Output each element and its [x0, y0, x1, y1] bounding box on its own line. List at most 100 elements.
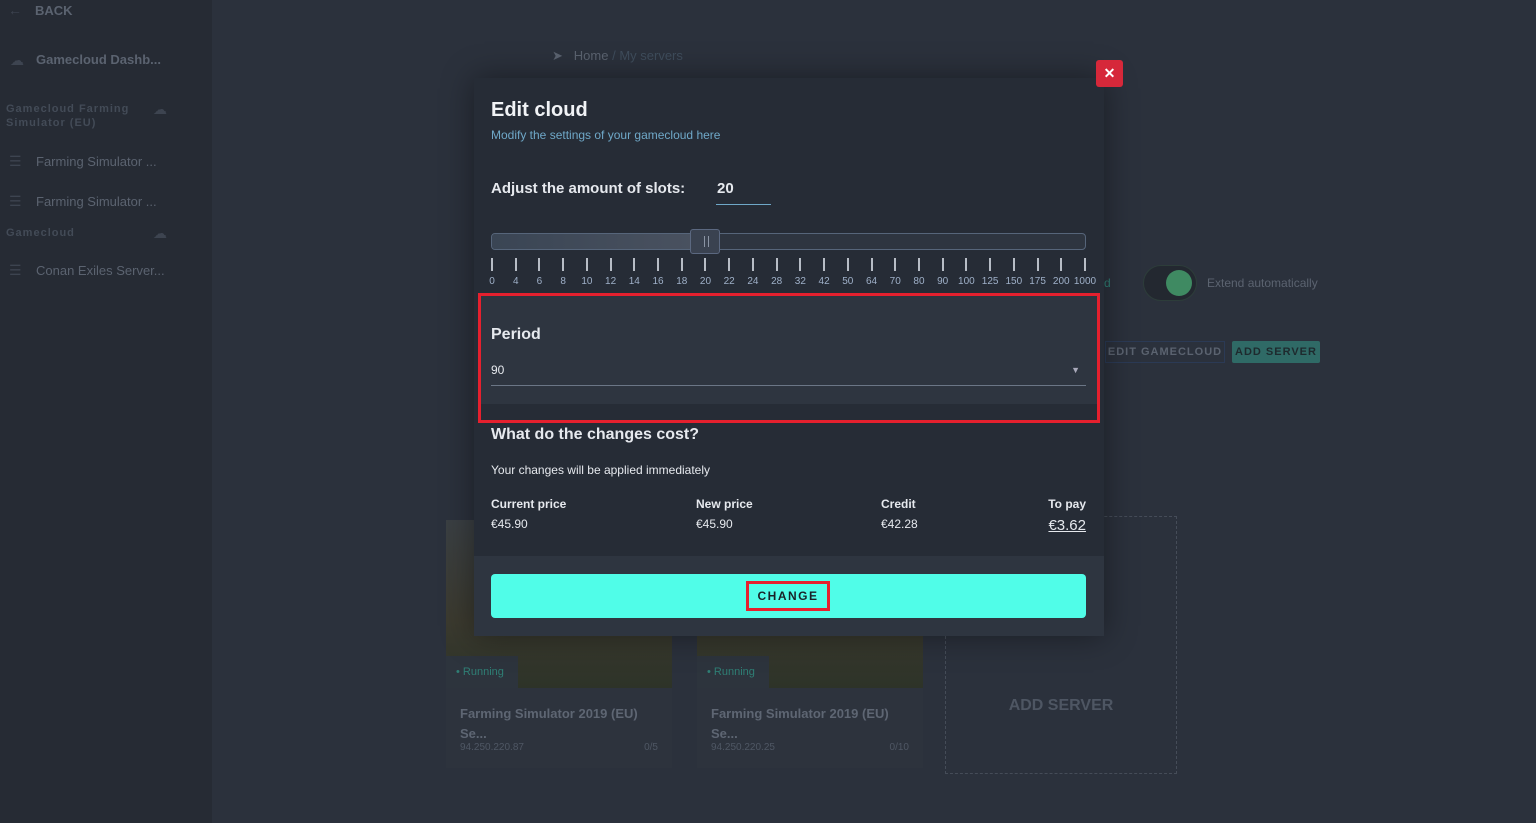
slider-tick-label: 8	[560, 276, 566, 287]
slider-tick	[1036, 258, 1039, 271]
slider-tick-label: 80	[913, 276, 925, 287]
sidebar-item-server[interactable]: Farming Simulator ...	[36, 194, 157, 209]
slider-tick-label: 90	[937, 276, 949, 287]
slider-tick-label: 42	[818, 276, 830, 287]
extend-label: Extend automatically	[1207, 276, 1318, 290]
slider-tick	[562, 258, 565, 271]
slider-tick	[657, 258, 660, 271]
cloud-upload-icon[interactable]: ☁	[153, 225, 167, 242]
change-button[interactable]: CHANGE	[491, 574, 1086, 618]
current-price: Current price €45.90	[491, 497, 567, 531]
slider-tick-label: 6	[536, 276, 543, 287]
change-label: CHANGE	[746, 581, 830, 611]
slider-tick-label: 24	[747, 276, 759, 287]
sidebar-item-server[interactable]: Farming Simulator ...	[36, 154, 157, 169]
slider-tick	[823, 258, 826, 271]
server-icon: ☰	[9, 153, 22, 169]
breadcrumb-separator: /	[612, 48, 616, 63]
slider-tick	[538, 258, 541, 271]
truncated-text: d	[1104, 276, 1111, 290]
server-title: Farming Simulator 2019 (EU) Se...	[711, 706, 889, 741]
slider-tick	[751, 258, 754, 271]
server-title: Farming Simulator 2019 (EU) Se...	[460, 706, 638, 741]
navigation-icon: ➤	[552, 48, 563, 63]
slider-tick	[870, 258, 873, 271]
slider-tick-label: 125	[981, 276, 999, 287]
modal-title: Edit cloud	[491, 99, 588, 121]
slider-tick	[799, 258, 802, 271]
slider-tick	[894, 258, 897, 271]
slider-tick	[609, 258, 612, 271]
add-server-button[interactable]: ADD SERVER	[1232, 341, 1320, 363]
edit-gamecloud-button[interactable]: EDIT GAMECLOUD	[1105, 341, 1225, 363]
slider-tick	[585, 258, 588, 271]
slider-tick-label: 10	[581, 276, 593, 287]
slots-slider[interactable]	[491, 233, 1086, 250]
slider-tick-label: 18	[676, 276, 688, 287]
slider-tick	[846, 258, 849, 271]
slider-tick	[965, 258, 968, 271]
sidebar-group-label: Gamecloud Farming Simulator (EU)	[6, 103, 130, 129]
sidebar-item-server[interactable]: Conan Exiles Server...	[36, 263, 165, 278]
status-badge: • Running	[697, 656, 769, 688]
slider-tick-label: 150	[1005, 276, 1023, 287]
slider-tick-label: 32	[794, 276, 806, 287]
cost-title: What do the changes cost?	[491, 426, 700, 443]
back-link[interactable]: BACK	[35, 3, 73, 18]
slider-tick-label: 64	[865, 276, 878, 287]
server-icon: ☰	[9, 193, 22, 209]
close-button[interactable]: ✕	[1096, 60, 1123, 87]
slider-tick	[1060, 258, 1063, 271]
breadcrumb-current: My servers	[619, 48, 683, 63]
slider-tick-label: 14	[628, 276, 640, 287]
slider-tick	[941, 258, 944, 271]
slider-tick-label: 4	[512, 276, 519, 287]
slider-tick-label: 0	[489, 276, 495, 287]
slider-tick	[775, 258, 778, 271]
to-pay: To pay €3.62	[1048, 497, 1086, 534]
server-icon: ☰	[9, 262, 22, 278]
modal-footer: CHANGE	[474, 556, 1104, 636]
slider-tick-label: 50	[842, 276, 854, 287]
slider-tick	[1084, 258, 1086, 271]
slider-tick	[989, 258, 992, 271]
modal-subtitle: Modify the settings of your gamecloud he…	[491, 128, 721, 142]
new-price: New price €45.90	[696, 497, 753, 531]
toggle-knob	[1166, 270, 1192, 296]
slider-tick-label: 100	[958, 276, 975, 287]
credit: Credit €42.28	[881, 497, 918, 531]
slider-tick	[514, 258, 517, 271]
arrow-left-icon: ←	[8, 2, 22, 18]
sidebar-group-label: Gamecloud	[6, 227, 75, 239]
slider-fill	[492, 234, 706, 249]
add-server-label: ADD SERVER	[1008, 697, 1114, 714]
slider-tick-label: 200	[1052, 276, 1070, 287]
slider-tick	[917, 258, 920, 271]
server-slots: 0/5	[644, 742, 658, 753]
cloud-icon: ☁	[10, 52, 24, 68]
slider-tick-label: 16	[652, 276, 664, 287]
cost-subtitle: Your changes will be applied immediately	[491, 463, 711, 477]
breadcrumb: ➤ Home / My servers	[552, 48, 683, 64]
highlight-box	[478, 293, 1100, 423]
slider-tick	[491, 258, 493, 271]
server-slots: 0/10	[889, 742, 909, 753]
sidebar-item-dashboard[interactable]: Gamecloud Dashb...	[36, 52, 161, 67]
slots-input[interactable]: 20	[716, 178, 771, 205]
extend-toggle[interactable]	[1143, 265, 1197, 301]
slider-tick	[633, 258, 636, 271]
cloud-upload-icon[interactable]: ☁	[153, 101, 167, 118]
slider-tick	[680, 258, 683, 271]
slider-tick-label: 175	[1029, 276, 1046, 287]
status-badge: • Running	[446, 656, 518, 688]
slider-tick	[704, 258, 707, 271]
slider-handle[interactable]	[690, 229, 721, 254]
slots-label: Adjust the amount of slots:	[491, 180, 686, 197]
breadcrumb-home[interactable]: Home	[574, 48, 609, 63]
slider-tick-label: 28	[771, 276, 783, 287]
slider-tick-label: 1000	[1073, 276, 1097, 287]
slider-tick	[1012, 258, 1015, 271]
server-ip: 94.250.220.25	[711, 742, 775, 753]
slider-tick-label: 70	[889, 276, 901, 287]
slider-tick	[728, 258, 731, 271]
